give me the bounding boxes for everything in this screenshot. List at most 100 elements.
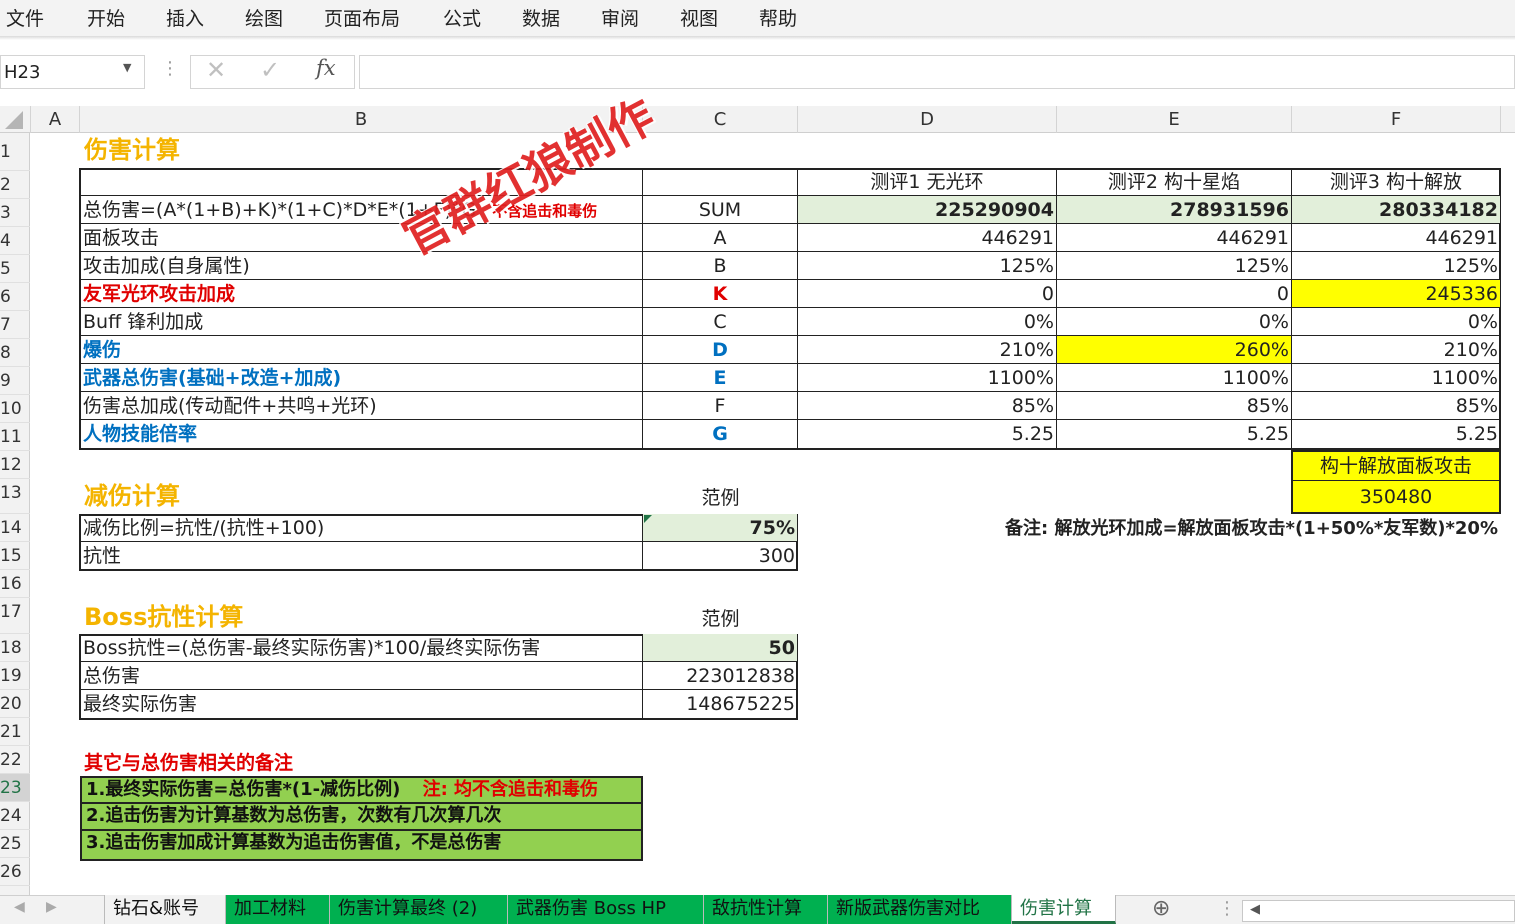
total-damage-value[interactable]: 223012838 — [643, 662, 798, 690]
item-code[interactable]: B — [643, 252, 798, 280]
drag-handle-icon[interactable]: ⋮ — [161, 58, 179, 79]
menu-insert[interactable]: 插入 — [166, 4, 204, 31]
menu-data[interactable]: 数据 — [522, 4, 560, 31]
row-header[interactable]: 24 — [0, 802, 30, 830]
boss-resistance-value[interactable]: 50 — [643, 634, 798, 662]
sum-label[interactable]: SUM — [643, 196, 798, 224]
insert-function-icon[interactable]: fx — [316, 56, 336, 80]
item-value[interactable]: 125% — [1292, 252, 1501, 280]
boss-formula[interactable]: Boss抗性=(总伤害-最终实际伤害)*100/最终实际伤害 — [79, 634, 643, 662]
note-row-2[interactable]: 2.追击伤害为计算基数为总伤害，次数有几次算几次 — [80, 804, 643, 831]
item-value[interactable]: 5.25 — [798, 420, 1057, 450]
tab-scroll-left-icon[interactable]: ◀ — [14, 899, 25, 915]
sheet-tab-active[interactable]: 伤害计算 — [1012, 895, 1116, 924]
item-value[interactable]: 125% — [798, 252, 1057, 280]
reduction-formula[interactable]: 减伤比例=抗性/(抗性+100) — [79, 514, 643, 542]
resistance-label[interactable]: 抗性 — [79, 542, 643, 571]
item-value[interactable]: 0 — [798, 280, 1057, 308]
header-eval-1[interactable]: 测评1 无光环 — [798, 168, 1057, 196]
item-value-highlight[interactable]: 260% — [1057, 336, 1292, 364]
formula-input[interactable] — [359, 55, 1515, 89]
row-header[interactable]: 8 — [0, 339, 30, 367]
item-value[interactable]: 0 — [1057, 280, 1292, 308]
row-header[interactable]: 2 — [0, 171, 30, 199]
row-header[interactable]: 26 — [0, 858, 30, 886]
row-header[interactable]: 11 — [0, 423, 30, 451]
row-header[interactable]: 18 — [0, 634, 30, 662]
header-eval-3[interactable]: 测评3 构十解放 — [1292, 168, 1501, 196]
header-eval-2[interactable]: 测评2 构十星焰 — [1057, 168, 1292, 196]
sheet-tab[interactable]: 加工材料 — [226, 895, 330, 924]
column-header-f[interactable]: F — [1292, 106, 1501, 133]
row-header-active[interactable]: 23 — [0, 774, 30, 802]
item-label[interactable]: 伤害总加成(传动配件+共鸣+光环) — [79, 392, 643, 420]
item-value[interactable]: 210% — [1292, 336, 1501, 364]
menu-page-layout[interactable]: 页面布局 — [324, 4, 400, 31]
chevron-down-icon[interactable]: ▼ — [123, 61, 131, 74]
cancel-icon[interactable]: ✕ — [206, 56, 226, 84]
sum-eval-1[interactable]: 225290904 — [798, 196, 1057, 224]
item-code[interactable]: D — [643, 336, 798, 364]
item-value[interactable]: 5.25 — [1292, 420, 1501, 450]
item-value[interactable]: 1100% — [1057, 364, 1292, 392]
item-label[interactable]: 友军光环攻击加成 — [79, 280, 643, 308]
note-row-3[interactable]: 3.追击伤害加成计算基数为追击伤害值，不是总伤害 — [80, 831, 643, 861]
row-header[interactable]: 16 — [0, 570, 30, 598]
formula-cell[interactable]: 总伤害=(A*(1+B)+K)*(1+C)*D*E*(1+F)*G 不含追击和毒… — [79, 196, 643, 224]
more-options-icon[interactable]: ⋮ — [1218, 898, 1236, 919]
column-header-d[interactable]: D — [798, 106, 1057, 133]
item-value[interactable]: 446291 — [1057, 224, 1292, 252]
row-header[interactable]: 12 — [0, 451, 30, 479]
row-header[interactable]: 10 — [0, 395, 30, 423]
row-header[interactable]: 22 — [0, 746, 30, 774]
row-header[interactable]: 5 — [0, 255, 30, 283]
horizontal-scrollbar[interactable] — [1242, 900, 1515, 922]
final-damage-value[interactable]: 148675225 — [643, 690, 798, 720]
sheet-tab[interactable]: 武器伤害 Boss HP — [508, 895, 704, 924]
item-value[interactable]: 85% — [1292, 392, 1501, 420]
item-value[interactable]: 5.25 — [1057, 420, 1292, 450]
final-damage-label[interactable]: 最终实际伤害 — [79, 690, 643, 720]
item-value[interactable]: 85% — [1057, 392, 1292, 420]
row-header[interactable]: 6 — [0, 283, 30, 311]
menu-view[interactable]: 视图 — [680, 4, 718, 31]
enter-icon[interactable]: ✓ — [260, 56, 280, 84]
menu-help[interactable]: 帮助 — [759, 4, 797, 31]
item-code[interactable]: A — [643, 224, 798, 252]
item-code[interactable]: C — [643, 308, 798, 336]
row-header[interactable]: 7 — [0, 311, 30, 339]
row-header[interactable]: 9 — [0, 367, 30, 395]
item-value[interactable]: 125% — [1057, 252, 1292, 280]
liberation-attack-label[interactable]: 构十解放面板攻击 — [1291, 450, 1501, 481]
sum-eval-2[interactable]: 278931596 — [1057, 196, 1292, 224]
row-header[interactable]: 19 — [0, 662, 30, 690]
menu-review[interactable]: 审阅 — [601, 4, 639, 31]
menu-home[interactable]: 开始 — [87, 4, 125, 31]
column-header-e[interactable]: E — [1057, 106, 1292, 133]
column-header-c[interactable]: C — [643, 106, 798, 133]
item-value[interactable]: 0% — [798, 308, 1057, 336]
scroll-left-arrow-icon[interactable]: ◀ — [1250, 902, 1260, 917]
row-header[interactable]: 17 — [0, 598, 30, 634]
sheet-tab[interactable]: 伤害计算最终 (2) — [330, 895, 508, 924]
item-value[interactable]: 0% — [1292, 308, 1501, 336]
item-value-highlight[interactable]: 245336 — [1292, 280, 1501, 308]
menu-formulas[interactable]: 公式 — [443, 4, 481, 31]
item-code[interactable]: G — [643, 420, 798, 450]
cell-c2[interactable] — [643, 168, 798, 196]
item-value[interactable]: 85% — [798, 392, 1057, 420]
item-code[interactable]: E — [643, 364, 798, 392]
column-header-a[interactable]: A — [31, 106, 80, 133]
item-value[interactable]: 446291 — [1292, 224, 1501, 252]
menu-draw[interactable]: 绘图 — [245, 4, 283, 31]
reduction-value[interactable]: 75% — [643, 514, 798, 542]
row-header[interactable]: 1 — [0, 138, 30, 171]
liberation-attack-value[interactable]: 350480 — [1291, 481, 1501, 514]
row-header[interactable]: 3 — [0, 199, 30, 227]
row-header[interactable]: 15 — [0, 542, 30, 570]
tab-scroll-right-icon[interactable]: ▶ — [46, 899, 57, 915]
row-header[interactable]: 21 — [0, 718, 30, 746]
total-damage-label[interactable]: 总伤害 — [79, 662, 643, 690]
note-row-1[interactable]: 1.最终实际伤害=总伤害*(1-减伤比例) 注: 均不含追击和毒伤 — [80, 776, 643, 804]
resistance-value[interactable]: 300 — [643, 542, 798, 571]
